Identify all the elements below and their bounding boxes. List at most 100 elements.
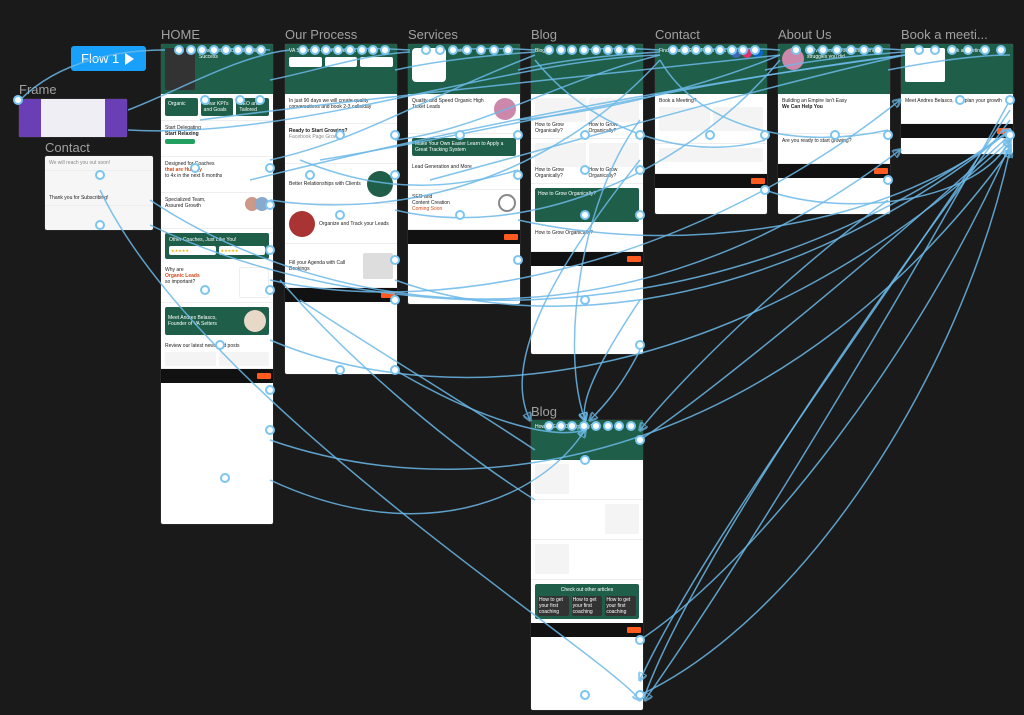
hotspot-icon[interactable]: [996, 45, 1006, 55]
hotspot-icon[interactable]: [95, 220, 105, 230]
hotspot-icon[interactable]: [603, 421, 613, 431]
hotspot-icon[interactable]: [209, 45, 219, 55]
figma-canvas[interactable]: Frame Contact HOME Our Process Services …: [0, 0, 1024, 715]
hotspot-icon[interactable]: [476, 45, 486, 55]
hotspot-icon[interactable]: [715, 45, 725, 55]
hotspot-icon[interactable]: [805, 45, 815, 55]
hotspot-icon[interactable]: [579, 421, 589, 431]
hotspot-icon[interactable]: [818, 45, 828, 55]
hotspot-icon[interactable]: [513, 130, 523, 140]
hotspot-icon[interactable]: [200, 285, 210, 295]
hotspot-icon[interactable]: [255, 95, 265, 105]
hotspot-icon[interactable]: [635, 210, 645, 220]
hotspot-icon[interactable]: [760, 185, 770, 195]
hotspot-icon[interactable]: [503, 45, 513, 55]
hotspot-icon[interactable]: [635, 130, 645, 140]
hotspot-icon[interactable]: [580, 165, 590, 175]
hotspot-icon[interactable]: [626, 45, 636, 55]
hotspot-icon[interactable]: [580, 295, 590, 305]
about-frame[interactable]: We've Been Through the same struggles yo…: [778, 44, 890, 214]
hotspot-icon[interactable]: [955, 95, 965, 105]
hotspot-icon[interactable]: [614, 421, 624, 431]
hotspot-icon[interactable]: [455, 130, 465, 140]
hotspot-icon[interactable]: [390, 170, 400, 180]
hotspot-icon[interactable]: [846, 45, 856, 55]
hotspot-icon[interactable]: [556, 421, 566, 431]
frame-small[interactable]: [19, 99, 127, 137]
hotspot-icon[interactable]: [390, 365, 400, 375]
hotspot-icon[interactable]: [580, 130, 590, 140]
hotspot-icon[interactable]: [513, 170, 523, 180]
blog-frame[interactable]: Blog How to Grow Organically? How to Gro…: [531, 44, 643, 354]
hotspot-icon[interactable]: [883, 175, 893, 185]
hotspot-icon[interactable]: [513, 255, 523, 265]
hotspot-icon[interactable]: [335, 130, 345, 140]
hotspot-icon[interactable]: [265, 425, 275, 435]
hotspot-icon[interactable]: [221, 45, 231, 55]
hotspot-icon[interactable]: [298, 45, 308, 55]
process-frame[interactable]: VA Setters 90-Day Framework In just 90 d…: [285, 44, 397, 374]
hotspot-icon[interactable]: [544, 421, 554, 431]
hotspot-icon[interactable]: [859, 45, 869, 55]
hotspot-icon[interactable]: [614, 45, 624, 55]
hotspot-icon[interactable]: [235, 95, 245, 105]
hotspot-icon[interactable]: [256, 45, 266, 55]
hotspot-icon[interactable]: [310, 45, 320, 55]
hotspot-icon[interactable]: [635, 165, 645, 175]
hotspot-icon[interactable]: [567, 45, 577, 55]
hotspot-icon[interactable]: [738, 45, 748, 55]
hotspot-icon[interactable]: [345, 45, 355, 55]
hotspot-icon[interactable]: [691, 45, 701, 55]
hotspot-icon[interactable]: [455, 210, 465, 220]
hotspot-icon[interactable]: [335, 210, 345, 220]
hotspot-icon[interactable]: [832, 45, 842, 55]
hotspot-icon[interactable]: [265, 200, 275, 210]
hotspot-icon[interactable]: [421, 45, 431, 55]
hotspot-icon[interactable]: [727, 45, 737, 55]
hotspot-icon[interactable]: [603, 45, 613, 55]
hotspot-icon[interactable]: [95, 170, 105, 180]
hotspot-icon[interactable]: [580, 690, 590, 700]
hotspot-icon[interactable]: [1005, 130, 1015, 140]
hotspot-icon[interactable]: [380, 45, 390, 55]
hotspot-icon[interactable]: [580, 210, 590, 220]
hotspot-icon[interactable]: [947, 45, 957, 55]
hotspot-icon[interactable]: [335, 365, 345, 375]
hotspot-icon[interactable]: [591, 421, 601, 431]
hotspot-icon[interactable]: [580, 455, 590, 465]
hotspot-icon[interactable]: [963, 45, 973, 55]
hotspot-icon[interactable]: [190, 163, 200, 173]
hotspot-icon[interactable]: [635, 340, 645, 350]
hotspot-icon[interactable]: [233, 45, 243, 55]
hotspot-icon[interactable]: [579, 45, 589, 55]
hotspot-icon[interactable]: [750, 45, 760, 55]
hotspot-icon[interactable]: [873, 45, 883, 55]
hotspot-icon[interactable]: [635, 690, 645, 700]
hotspot-icon[interactable]: [265, 385, 275, 395]
hotspot-icon[interactable]: [435, 45, 445, 55]
hotspot-icon[interactable]: [556, 45, 566, 55]
hotspot-icon[interactable]: [591, 45, 601, 55]
hotspot-icon[interactable]: [305, 170, 315, 180]
hotspot-icon[interactable]: [462, 45, 472, 55]
home-frame[interactable]: Attract Leads to Boost your Success Orga…: [161, 44, 273, 524]
hotspot-icon[interactable]: [705, 130, 715, 140]
hotspot-icon[interactable]: [265, 245, 275, 255]
hotspot-icon[interactable]: [186, 45, 196, 55]
hotspot-icon[interactable]: [333, 45, 343, 55]
hotspot-icon[interactable]: [703, 45, 713, 55]
hotspot-icon[interactable]: [390, 130, 400, 140]
hotspot-icon[interactable]: [760, 130, 770, 140]
hotspot-icon[interactable]: [215, 340, 225, 350]
hotspot-icon[interactable]: [174, 45, 184, 55]
hotspot-icon[interactable]: [830, 130, 840, 140]
hotspot-icon[interactable]: [914, 45, 924, 55]
hotspot-icon[interactable]: [791, 45, 801, 55]
hotspot-icon[interactable]: [489, 45, 499, 55]
hotspot-icon[interactable]: [265, 163, 275, 173]
hotspot-icon[interactable]: [368, 45, 378, 55]
hotspot-icon[interactable]: [668, 45, 678, 55]
hotspot-icon[interactable]: [544, 45, 554, 55]
hotspot-icon[interactable]: [626, 421, 636, 431]
hotspot-icon[interactable]: [567, 421, 577, 431]
